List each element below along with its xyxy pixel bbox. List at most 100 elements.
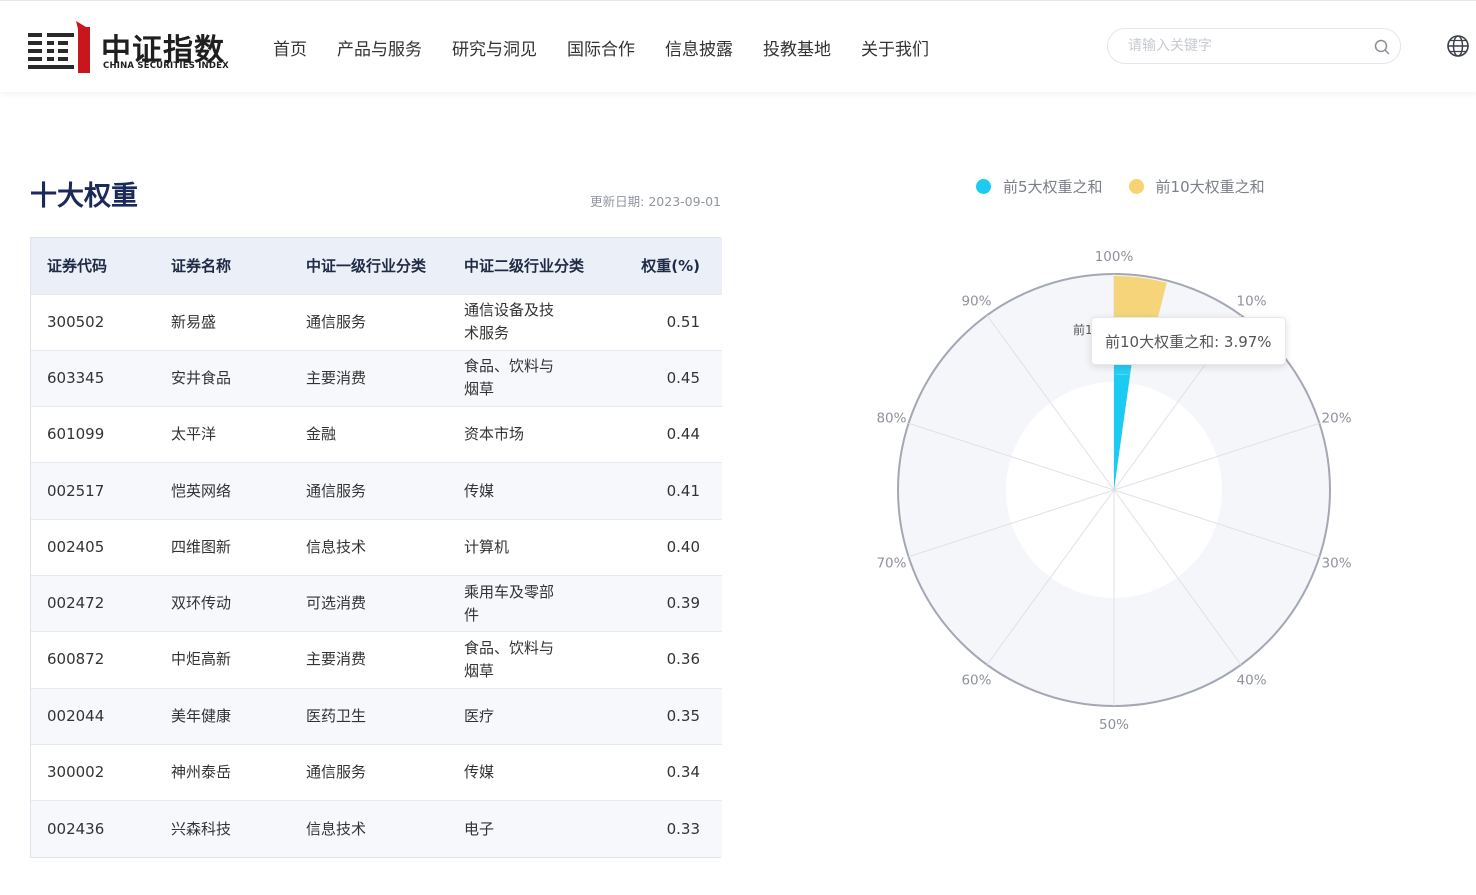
cell-weight: 0.35 — [666, 706, 700, 725]
table-row: 601099 太平洋 金融 资本市场 0.44 — [31, 406, 722, 463]
cell-level2-industry: 电子 — [464, 819, 495, 838]
cell-code: 002044 — [47, 706, 105, 725]
cell-name: 恺英网络 — [171, 481, 232, 500]
cell-level1-industry: 通信服务 — [306, 481, 367, 500]
chart-tick-label: 50% — [1099, 717, 1129, 733]
cell-level1-industry: 主要消费 — [306, 368, 367, 387]
nav-research[interactable]: 研究与洞见 — [452, 35, 537, 60]
chart-tick-label: 80% — [876, 411, 906, 427]
cell-name: 安井食品 — [171, 368, 232, 387]
column-header-level2-industry: 中证二级行业分类 — [464, 257, 585, 276]
cell-code: 300002 — [47, 763, 105, 782]
column-header-level1-industry: 中证一级行业分类 — [306, 257, 427, 276]
nav-international[interactable]: 国际合作 — [567, 35, 635, 60]
chart-tick-label: 30% — [1322, 555, 1352, 571]
cell-code: 300502 — [47, 312, 105, 331]
cell-level1-industry: 信息技术 — [306, 537, 367, 556]
cell-weight: 0.39 — [666, 594, 700, 613]
cell-level1-industry: 可选消费 — [306, 594, 367, 613]
cell-weight: 0.34 — [666, 763, 700, 782]
table-row: 002044 美年健康 医药卫生 医疗 0.35 — [31, 688, 722, 745]
legend-label-top5: 前5大权重之和 — [1003, 178, 1103, 196]
cell-weight: 0.45 — [666, 368, 700, 387]
search-icon[interactable] — [1373, 38, 1391, 56]
chart-tooltip: 前10大权重之和: 3.97% — [1091, 317, 1286, 365]
top-ten-weights-table: 证券代码 证券名称 中证一级行业分类 中证二级行业分类 权重(%) 300502… — [30, 237, 722, 858]
cell-code: 603345 — [47, 368, 105, 387]
section-title: 十大权重 — [30, 181, 138, 212]
cell-name: 兴森科技 — [171, 819, 232, 838]
cell-level1-industry: 医药卫生 — [306, 706, 367, 725]
chart-tick-label: 40% — [1237, 672, 1267, 688]
legend-dot-top10 — [1128, 179, 1144, 194]
cell-level2-industry: 传媒 — [464, 763, 495, 782]
cell-level2-industry: 传媒 — [464, 481, 495, 500]
legend-dot-top5 — [976, 179, 991, 194]
table-row: 002472 双环传动 可选消费 乘用车及零部件 0.39 — [31, 575, 722, 632]
table-header-row: 证券代码 证券名称 中证一级行业分类 中证二级行业分类 权重(%) — [31, 238, 722, 294]
search-input[interactable] — [1128, 35, 1368, 57]
cell-level2-industry: 乘用车及零部件 — [464, 582, 555, 624]
cell-code: 601099 — [47, 425, 105, 444]
cell-code: 002436 — [47, 819, 105, 838]
legend-item-top5[interactable]: 前5大权重之和 — [976, 176, 1103, 197]
cell-code: 002405 — [47, 537, 105, 556]
nav-about-us[interactable]: 关于我们 — [861, 35, 929, 60]
nav-disclosure[interactable]: 信息披露 — [665, 35, 733, 60]
cell-level2-industry: 资本市场 — [464, 425, 525, 444]
cell-weight: 0.44 — [666, 425, 700, 444]
csi-logo-icon — [28, 21, 90, 73]
table-row: 002405 四维图新 信息技术 计算机 0.40 — [31, 519, 722, 576]
cell-name: 神州泰岳 — [171, 763, 232, 782]
cell-code: 002517 — [47, 481, 105, 500]
table-row: 002517 恺英网络 通信服务 传媒 0.41 — [31, 462, 722, 520]
cell-level1-industry: 通信服务 — [306, 763, 367, 782]
cell-level2-industry: 医疗 — [464, 706, 495, 725]
cell-weight: 0.33 — [666, 819, 700, 838]
cell-level1-industry: 主要消费 — [306, 650, 367, 669]
legend-item-top10[interactable]: 前10大权重之和 — [1128, 176, 1265, 197]
logo-english-text: CHINA SECURITIES INDEX — [103, 61, 229, 71]
cell-level2-industry: 食品、饮料与烟草 — [464, 638, 555, 680]
cell-level2-industry: 计算机 — [464, 537, 510, 556]
bar-label-partial: 前1 — [1073, 323, 1091, 337]
nav-home[interactable]: 首页 — [273, 35, 307, 60]
chart-tick-label: 20% — [1322, 411, 1352, 427]
cell-level1-industry: 通信服务 — [306, 312, 367, 331]
cell-weight: 0.41 — [666, 481, 700, 500]
cell-weight: 0.51 — [666, 312, 700, 331]
cell-level1-industry: 金融 — [306, 425, 337, 444]
cell-code: 600872 — [47, 650, 105, 669]
cell-name: 新易盛 — [171, 312, 217, 331]
table-row: 300502 新易盛 通信服务 通信设备及技术服务 0.51 — [31, 294, 722, 351]
table-row: 002436 兴森科技 信息技术 电子 0.33 — [31, 800, 722, 857]
column-header-name: 证券名称 — [171, 257, 232, 276]
table-row: 600872 中炬高新 主要消费 食品、饮料与烟草 0.36 — [31, 631, 722, 689]
cell-name: 美年健康 — [171, 706, 232, 725]
table-row: 300002 神州泰岳 通信服务 传媒 0.34 — [31, 744, 722, 801]
globe-icon[interactable] — [1446, 34, 1470, 58]
chart-tick-label: 100% — [1095, 249, 1134, 265]
chart-tick-label: 90% — [961, 294, 991, 310]
cell-level2-industry: 食品、饮料与烟草 — [464, 357, 555, 399]
nav-products-services[interactable]: 产品与服务 — [337, 35, 422, 60]
update-date: 更新日期: 2023-09-01 — [590, 194, 721, 209]
chart-legend: 前5大权重之和 前10大权重之和 — [976, 176, 1291, 197]
cell-code: 002472 — [47, 594, 105, 613]
cell-level1-industry: 信息技术 — [306, 819, 367, 838]
table-row: 603345 安井食品 主要消费 食品、饮料与烟草 0.45 — [31, 350, 722, 407]
chart-tick-label: 60% — [961, 672, 991, 688]
legend-label-top10: 前10大权重之和 — [1155, 178, 1265, 196]
search-box — [1107, 28, 1401, 64]
chart-tick-label: 70% — [876, 555, 906, 571]
polar-weight-chart[interactable]: 100% 10% 20% 30% 40% 50% 60% 70% 80% 90% — [850, 230, 1380, 750]
cell-name: 四维图新 — [171, 537, 232, 556]
nav-investor-education[interactable]: 投教基地 — [763, 35, 831, 60]
column-header-code: 证券代码 — [47, 257, 108, 276]
main-nav: 首页 产品与服务 研究与洞见 国际合作 信息披露 投教基地 关于我们 — [258, 1, 944, 93]
cell-weight: 0.36 — [666, 650, 700, 669]
site-header: 中证指数 CHINA SECURITIES INDEX 首页 产品与服务 研究与… — [0, 0, 1476, 92]
column-header-weight: 权重(%) — [641, 257, 700, 276]
cell-name: 双环传动 — [171, 594, 232, 613]
csi-logo[interactable]: 中证指数 CHINA SECURITIES INDEX — [28, 19, 243, 75]
